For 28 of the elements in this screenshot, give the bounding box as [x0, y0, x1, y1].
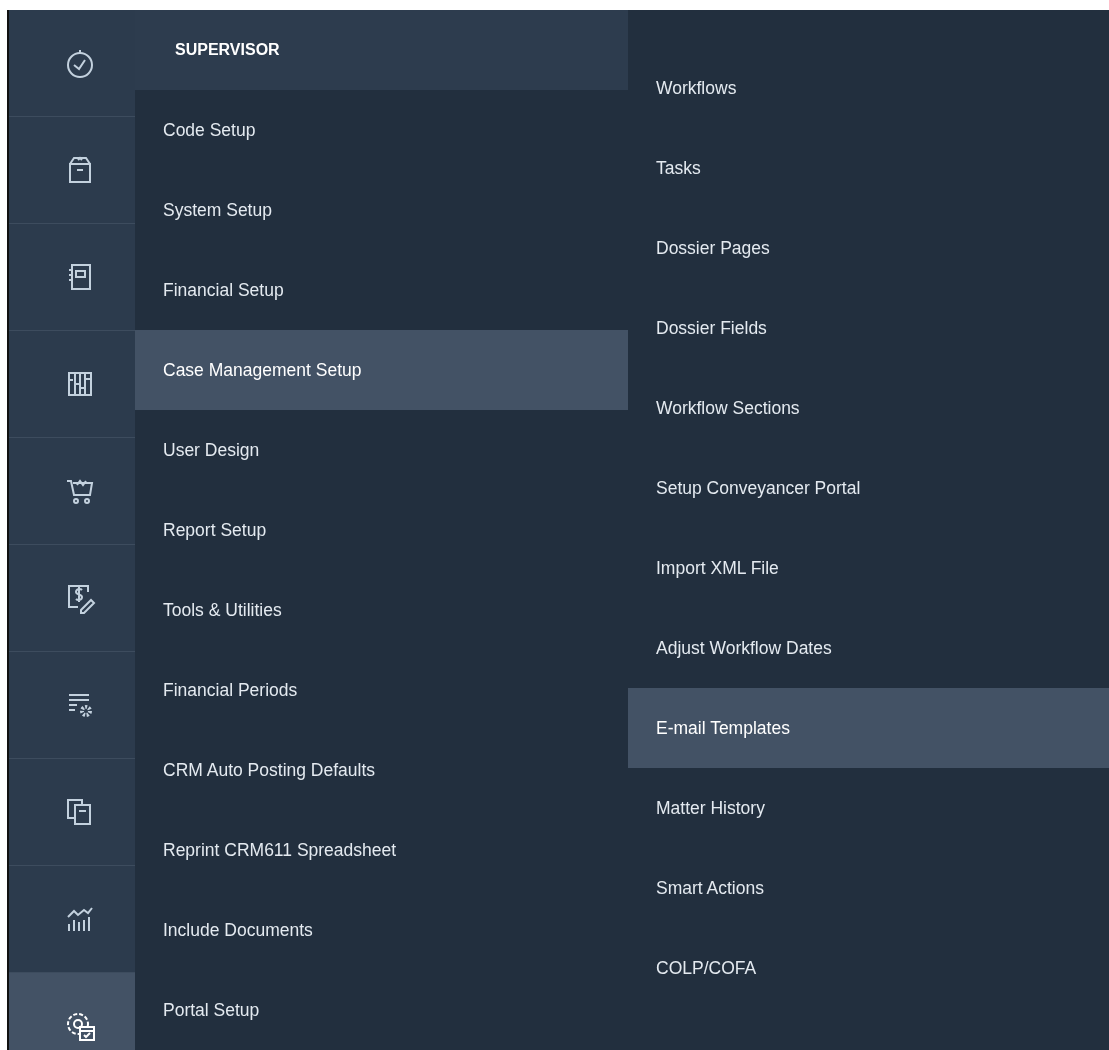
menu-item[interactable]: COLP/COFA [628, 928, 1109, 1008]
menu-item[interactable]: Matter History [628, 768, 1109, 848]
menu-item[interactable]: Case Management Setup [135, 330, 628, 410]
menu-item[interactable]: Adjust Workflow Dates [628, 608, 1109, 688]
menu-item[interactable]: Workflows [628, 48, 1109, 128]
menu-item[interactable]: Dossier Fields [628, 288, 1109, 368]
menu-item[interactable]: Code Setup [135, 90, 628, 170]
menu-item[interactable]: Financial Setup [135, 250, 628, 330]
menu-item[interactable]: Financial Periods [135, 650, 628, 730]
menu-item[interactable]: Report Setup [135, 490, 628, 570]
menu-item[interactable]: E-mail Templates [628, 688, 1109, 768]
menu-item[interactable]: Setup Conveyancer Portal [628, 448, 1109, 528]
menu-item[interactable]: Tasks [628, 128, 1109, 208]
menu-item[interactable]: Reprint CRM611 Spreadsheet [135, 810, 628, 890]
menu-item[interactable]: User Design [135, 410, 628, 490]
gear-calendar-icon [64, 1010, 96, 1042]
menu-item[interactable]: Tools & Utilities [135, 570, 628, 650]
menu-item[interactable]: Import XML File [628, 528, 1109, 608]
sidebar-item[interactable] [9, 973, 135, 1050]
menu-item[interactable]: Smart Actions [628, 848, 1109, 928]
menu-item[interactable]: CRM Auto Posting Defaults [135, 730, 628, 810]
menu-item[interactable]: Workflow Sections [628, 368, 1109, 448]
stopwatch-icon [64, 47, 96, 79]
menu-item[interactable]: Dossier Pages [628, 208, 1109, 288]
menu-header: SUPERVISOR [174, 41, 281, 59]
menu-item[interactable]: Portal Setup [135, 970, 628, 1050]
menu-item[interactable]: Include Documents [135, 890, 628, 970]
menu-item[interactable]: System Setup [135, 170, 628, 250]
